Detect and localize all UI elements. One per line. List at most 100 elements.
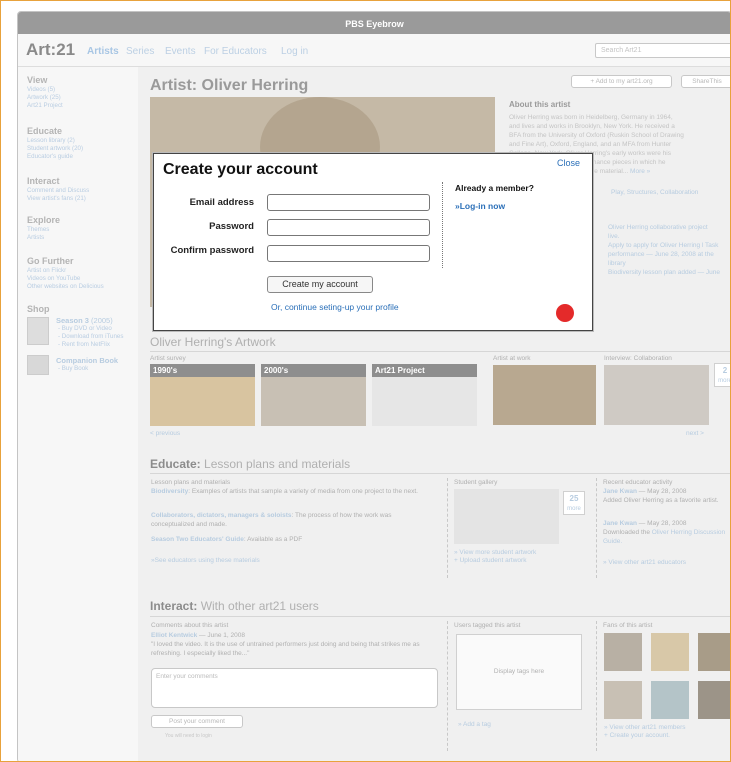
lesson-plan-2: Collaborators, dictators, managers & sol… bbox=[151, 512, 392, 528]
artwork-more-count[interactable]: 2 more bbox=[714, 363, 730, 387]
sidebar-item-comment[interactable]: Comment and Discuss bbox=[27, 187, 89, 195]
close-link[interactable]: Close bbox=[557, 158, 580, 168]
fan-avatar[interactable] bbox=[698, 681, 730, 719]
thumb-1990s[interactable]: 1990's bbox=[150, 364, 255, 426]
thumb-art21-project[interactable]: Art21 Project bbox=[372, 364, 477, 426]
nav-events[interactable]: Events bbox=[165, 46, 196, 57]
sidebar-heading-shop: Shop bbox=[27, 304, 50, 314]
sidebar-item-art21-project[interactable]: Art21 Project bbox=[27, 102, 63, 110]
sidebar-heading-view: View bbox=[27, 75, 48, 85]
collaborators-link[interactable]: Collaborators, dictators, managers & sol… bbox=[151, 512, 292, 519]
sidebar-item-lesson-library[interactable]: Lesson library (2) bbox=[27, 137, 75, 145]
sidebar-item-delicious[interactable]: Other websites on Delicious bbox=[27, 283, 104, 291]
sidebar-item-videos[interactable]: Videos (5) bbox=[27, 86, 55, 94]
confirm-password-field[interactable] bbox=[267, 245, 430, 262]
lesson-plan-3: Season Two Educators' Guide: Available a… bbox=[151, 536, 303, 543]
fan-avatar[interactable] bbox=[604, 633, 642, 671]
create-account-button[interactable]: Create my account bbox=[267, 276, 373, 293]
page-title: Artist: Oliver Herring bbox=[150, 77, 309, 94]
sidebar-item-educators-guide[interactable]: Educator's guide bbox=[27, 153, 73, 161]
nav-for-educators[interactable]: For Educators bbox=[204, 46, 267, 57]
fan-avatar[interactable] bbox=[651, 681, 689, 719]
gallery-more-count[interactable]: 25 more bbox=[563, 491, 585, 515]
tags-label: Users tagged this artist bbox=[454, 622, 521, 629]
add-tag-link[interactable]: » Add a tag bbox=[458, 720, 491, 729]
biodiversity-link[interactable]: Biodiversity bbox=[151, 488, 188, 495]
netflix-link[interactable]: - Rent from NetFlix bbox=[58, 341, 110, 349]
artist-survey-label: Artist survey bbox=[150, 355, 186, 362]
top-navigation: Art:21 Artists Series Events For Educato… bbox=[18, 34, 730, 67]
dialog-title: Create your account bbox=[163, 161, 318, 178]
nav-artists[interactable]: Artists bbox=[87, 46, 119, 57]
continue-profile-link[interactable]: Or, continue seting-up your profile bbox=[271, 302, 399, 312]
season-year: (2005) bbox=[91, 316, 113, 325]
itunes-link[interactable]: - Download from iTunes bbox=[58, 333, 123, 341]
student-gallery-image[interactable] bbox=[454, 489, 559, 544]
nav-log-in[interactable]: Log in bbox=[281, 46, 308, 57]
already-member-heading: Already a member? bbox=[455, 183, 534, 193]
fans-label: Fans of this artist bbox=[603, 622, 653, 629]
view-educators-link[interactable]: » View other art21 educators bbox=[603, 558, 686, 567]
artist-at-work-label: Artist at work bbox=[493, 355, 531, 362]
sidebar-item-flickr[interactable]: Artist on Flickr bbox=[27, 267, 66, 275]
confirm-password-label: Confirm password bbox=[170, 245, 254, 256]
sidebar-item-youtube[interactable]: Videos on YouTube bbox=[27, 275, 80, 283]
sidebar-item-themes[interactable]: Themes bbox=[27, 226, 49, 234]
thumb-2000s[interactable]: 2000's bbox=[261, 364, 366, 426]
sharethis-button[interactable]: ShareThis bbox=[681, 75, 730, 88]
email-field[interactable] bbox=[267, 194, 430, 211]
companion-book-link[interactable]: Companion Book bbox=[56, 356, 118, 365]
page-frame: PBS Eyebrow Art:21 Artists Series Events… bbox=[0, 0, 731, 762]
activity-item-2: Jane Kwan — May 28, 2008 Downloaded the O… bbox=[603, 520, 726, 545]
add-to-art21-button[interactable]: + Add to my art21.org bbox=[571, 75, 672, 88]
more-link[interactable]: More » bbox=[630, 168, 650, 175]
login-note: You will need to login bbox=[165, 733, 212, 739]
create-account-dialog: Create your account Close Email address … bbox=[153, 153, 593, 331]
sidebar-item-artists[interactable]: Artists bbox=[27, 234, 44, 242]
season-3-link[interactable]: Season 3 bbox=[56, 316, 89, 325]
password-field[interactable] bbox=[267, 219, 430, 236]
dvd-cover-image[interactable] bbox=[27, 317, 49, 345]
interact-heading: Interact: With other art21 users bbox=[150, 599, 319, 613]
previous-link[interactable]: < previous bbox=[150, 429, 180, 438]
recording-dot-icon bbox=[556, 304, 574, 322]
login-now-link[interactable]: »Log-in now bbox=[455, 201, 505, 211]
sidebar: View Videos (5) Artwork (25) Art21 Proje… bbox=[18, 67, 138, 761]
themes-links[interactable]: Play, Structures, Collaboration bbox=[611, 188, 698, 197]
buy-book-link[interactable]: - Buy Book bbox=[58, 365, 88, 373]
fan-avatar[interactable] bbox=[698, 633, 730, 671]
thumb-interview[interactable] bbox=[604, 365, 709, 425]
sidebar-heading-interact: Interact bbox=[27, 176, 60, 186]
fan-avatar[interactable] bbox=[651, 633, 689, 671]
email-label: Email address bbox=[189, 197, 254, 208]
post-comment-button[interactable]: Post your comment bbox=[151, 715, 243, 728]
book-cover-image[interactable] bbox=[27, 355, 49, 375]
thumb-artist-at-work[interactable] bbox=[493, 365, 596, 425]
activity-item-1: Jane Kwan — May 28, 2008 Added Oliver Her… bbox=[603, 488, 719, 504]
sidebar-heading-educate: Educate bbox=[27, 126, 63, 136]
upload-student-artwork-link[interactable]: + Upload student artwork bbox=[454, 556, 526, 565]
interview-label: Interview: Collaboration bbox=[604, 355, 672, 362]
comment-author-link[interactable]: Elliot Kentwick bbox=[151, 632, 197, 639]
educator-activity-label: Recent educator activity bbox=[603, 479, 673, 486]
see-educators-link[interactable]: »See educators using these materials bbox=[151, 556, 260, 565]
buy-dvd-link[interactable]: - Buy DVD or Video bbox=[58, 325, 112, 333]
search-input[interactable]: Search Art21 bbox=[595, 43, 730, 58]
sidebar-item-fans[interactable]: View artist's fans (21) bbox=[27, 195, 86, 203]
pbs-eyebrow: PBS Eyebrow bbox=[18, 12, 730, 34]
art21-logo[interactable]: Art:21 bbox=[26, 40, 75, 60]
create-account-link[interactable]: + Create your account. bbox=[604, 731, 670, 740]
lesson-plan-1: Biodiversity: Examples of artists that s… bbox=[151, 488, 418, 495]
news-list: Oliver Herring collaborative project liv… bbox=[608, 224, 721, 276]
sidebar-item-student-artwork[interactable]: Student artwork (20) bbox=[27, 145, 83, 153]
fan-avatar[interactable] bbox=[604, 681, 642, 719]
artwork-heading: Oliver Herring's Artwork bbox=[150, 335, 276, 349]
comment-textarea[interactable]: Enter your comments bbox=[151, 668, 438, 708]
nav-series[interactable]: Series bbox=[126, 46, 154, 57]
next-link[interactable]: next > bbox=[686, 429, 704, 438]
sidebar-item-artwork[interactable]: Artwork (25) bbox=[27, 94, 61, 102]
educators-guide-link[interactable]: Season Two Educators' Guide bbox=[151, 536, 244, 543]
sidebar-heading-explore: Explore bbox=[27, 215, 61, 225]
comment-item: Elliot Kentwick — June 1, 2008 "I loved t… bbox=[151, 632, 420, 657]
lesson-plans-label: Lesson plans and materials bbox=[151, 479, 231, 486]
